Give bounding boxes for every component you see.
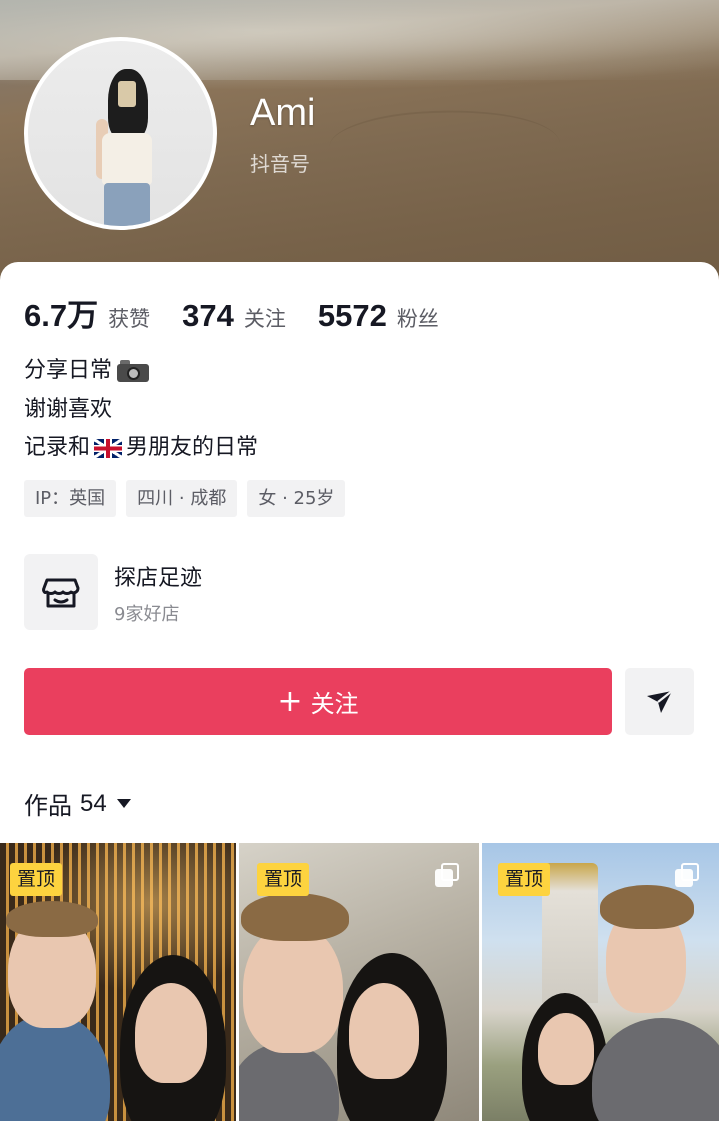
works-tab[interactable]: 作品 54 [24, 786, 131, 821]
avatar-figure-jeans [104, 183, 150, 226]
follow-button-label: 关注 [310, 690, 359, 718]
send-icon [647, 690, 673, 713]
bio: 分享日常 谢谢喜欢 记录和 男朋友的日常 [24, 352, 258, 468]
shop-footprint-entry[interactable]: 探店足迹 9家好店 [24, 554, 424, 632]
shop-title: 探店足迹 [114, 566, 203, 591]
douyin-id-label[interactable]: 抖音号 [250, 148, 310, 177]
stat-followers-value: 5572 [317, 298, 387, 333]
profile-page: Ami 抖音号 6.7万 获赞 374 关注 5572 粉丝 分享日常 谢谢喜欢… [0, 0, 719, 1121]
works-title: 作品 [24, 792, 72, 820]
bio-line-2: 谢谢喜欢 [24, 391, 258, 430]
multi-image-icon [675, 863, 699, 887]
bio-line-1-text: 分享日常 [24, 358, 113, 383]
shop-subtitle: 9家好店 [114, 604, 180, 625]
stat-followers-label: 粉丝 [396, 307, 439, 331]
avatar[interactable] [24, 37, 217, 230]
multi-image-icon [435, 863, 459, 887]
works-count: 54 [80, 789, 107, 817]
uk-flag-icon [94, 438, 123, 458]
bio-line-3: 记录和 男朋友的日常 [24, 429, 258, 468]
sand-writing [327, 102, 563, 188]
stat-likes-value: 6.7万 [24, 298, 99, 333]
bio-line-1: 分享日常 [24, 352, 258, 391]
profile-tags: IP：英国 四川 · 成都 女 · 25岁 [24, 480, 355, 517]
tag-gender-age: 女 · 25岁 [247, 480, 346, 517]
stat-likes[interactable]: 6.7万 获赞 [24, 290, 150, 335]
video-thumbnail-3[interactable]: 置顶 [482, 843, 719, 1121]
stat-following-value: 374 [182, 298, 234, 333]
avatar-figure-phone [118, 81, 136, 107]
bio-line-2-text: 谢谢喜欢 [24, 396, 113, 422]
follow-button[interactable]: + 关注 [24, 668, 612, 735]
tag-ip-location: IP：英国 [24, 480, 117, 517]
pinned-badge: 置顶 [498, 863, 551, 896]
stat-likes-label: 获赞 [108, 307, 151, 331]
video-thumbnail-2[interactable]: 置顶 [239, 843, 479, 1121]
camera-icon [116, 359, 150, 383]
video-thumbnail-1[interactable]: 置顶 [0, 843, 236, 1121]
stats-row: 6.7万 获赞 374 关注 5572 粉丝 [24, 290, 471, 333]
share-button[interactable] [625, 668, 694, 735]
bio-line-3-prefix: 记录和 [24, 435, 91, 460]
bio-line-3-suffix: 男朋友的日常 [126, 435, 259, 460]
profile-name: Ami [250, 92, 316, 134]
avatar-figure-top [102, 133, 152, 185]
stat-following-label: 关注 [243, 307, 286, 331]
plus-icon: + [277, 683, 303, 719]
shop-icon [24, 554, 98, 630]
caret-down-icon[interactable] [116, 799, 131, 808]
stat-following[interactable]: 374 关注 [182, 298, 286, 334]
pinned-badge: 置顶 [257, 863, 310, 896]
monument [542, 863, 598, 1003]
works-grid: 置顶 置顶 置顶 [0, 843, 719, 1121]
pinned-badge: 置顶 [10, 863, 63, 896]
stat-followers[interactable]: 5572 粉丝 [318, 298, 439, 334]
tag-city[interactable]: 四川 · 成都 [126, 480, 238, 517]
